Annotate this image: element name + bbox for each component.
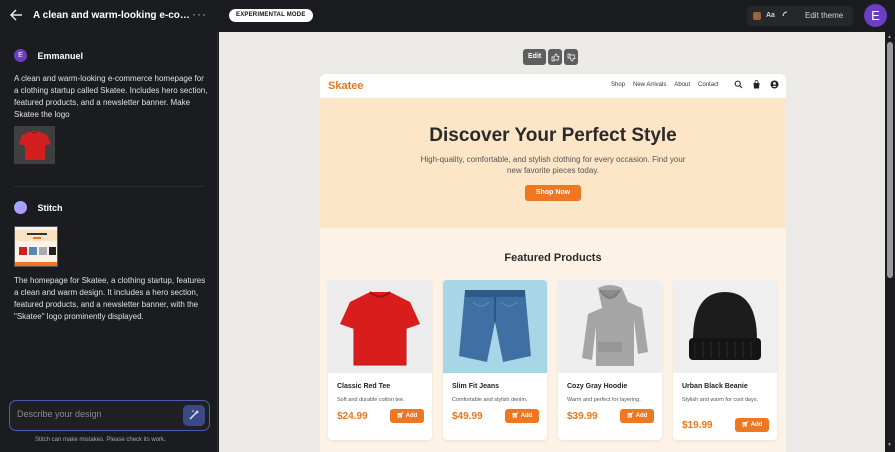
edit-button[interactable]: Edit: [523, 49, 547, 65]
product-price: $39.99: [567, 411, 598, 422]
product-description: Comfortable and stylish denim.: [452, 397, 528, 403]
hero-section: Discover Your Perfect Style High-quality…: [320, 98, 786, 228]
assistant-name: Stitch: [37, 202, 63, 213]
add-to-cart-button[interactable]: 🛒︎ Add: [505, 409, 539, 423]
more-options-button[interactable]: ···: [192, 7, 207, 21]
product-card[interactable]: Cozy Gray Hoodie Warm and perfect for la…: [558, 280, 662, 440]
back-arrow-icon[interactable]: [9, 8, 23, 22]
product-card[interactable]: Classic Red Tee Soft and durable cotton …: [328, 280, 432, 440]
top-bar: A clean and warm-looking e-co… ··· EXPER…: [0, 0, 895, 32]
preview-toolbar: Edit: [523, 49, 579, 65]
jeans-shorts-image: [459, 290, 531, 362]
site-navbar: Skatee Shop New Arrivals About Contact: [320, 74, 786, 98]
account-icon[interactable]: [770, 80, 779, 89]
add-to-cart-button[interactable]: 🛒︎ Add: [620, 409, 654, 423]
product-price: $24.99: [337, 411, 368, 422]
product-description: Warm and perfect for layering.: [567, 397, 641, 403]
nav-link-shop[interactable]: Shop: [611, 82, 625, 88]
scrollbar-thumb[interactable]: [887, 42, 893, 278]
experimental-mode-badge: EXPERIMENTAL MODE: [229, 9, 313, 22]
theme-color-swatch[interactable]: [753, 12, 761, 20]
featured-products-section: Featured Products Classic Red Tee Soft a…: [320, 228, 786, 452]
product-price: $49.99: [452, 411, 483, 422]
add-to-cart-button[interactable]: 🛒︎ Add: [390, 409, 424, 423]
prompt-input-container[interactable]: [9, 400, 210, 431]
project-title: A clean and warm-looking e-co…: [33, 10, 190, 21]
user-name: Emmanuel: [37, 50, 83, 61]
design-preview-thumbnail[interactable]: [14, 226, 58, 267]
red-shirt-image: [14, 126, 55, 164]
font-option[interactable]: Aa: [766, 12, 775, 19]
nav-link-contact[interactable]: Contact: [698, 82, 719, 88]
website-preview: Skatee Shop New Arrivals About Contact D…: [320, 74, 786, 452]
product-price: $19.99: [682, 420, 713, 431]
cart-icon: 🛒︎: [741, 422, 751, 428]
featured-products-title: Featured Products: [504, 252, 602, 264]
scroll-up-arrow-icon[interactable]: ▲: [887, 34, 892, 40]
cart-icon: 🛒︎: [511, 413, 521, 419]
add-label: Add: [750, 422, 763, 428]
add-label: Add: [520, 413, 533, 419]
cart-icon: 🛒︎: [396, 413, 406, 419]
attached-image-thumbnail[interactable]: [14, 126, 55, 164]
generate-button[interactable]: [183, 405, 205, 426]
black-beanie-image: [689, 292, 761, 360]
user-message-text: A clean and warm-looking e-commerce home…: [14, 74, 208, 119]
product-name: Cozy Gray Hoodie: [567, 383, 628, 390]
hero-title: Discover Your Perfect Style: [429, 125, 677, 146]
product-description: Stylish and warm for cool days.: [682, 397, 759, 403]
user-message-avatar: E: [14, 49, 27, 63]
red-tee-image: [340, 291, 420, 366]
add-to-cart-button[interactable]: 🛒︎ Add: [735, 418, 769, 432]
assistant-message-text: The homepage for Skatee, a clothing star…: [14, 276, 206, 321]
product-image: [328, 280, 432, 373]
product-card[interactable]: Urban Black Beanie Stylish and warm for …: [673, 280, 777, 440]
thumbs-down-button[interactable]: [564, 49, 579, 65]
stitch-logo-icon: [14, 201, 27, 215]
product-name: Classic Red Tee: [337, 383, 391, 390]
design-canvas[interactable]: Edit Skatee Shop New Arrivals About Cont…: [219, 32, 885, 452]
scroll-down-arrow-icon[interactable]: ▼: [887, 442, 892, 448]
product-card[interactable]: Slim Fit Jeans Comfortable and stylish d…: [443, 280, 547, 440]
user-avatar[interactable]: E: [864, 4, 887, 27]
thumbs-up-button[interactable]: [548, 49, 563, 65]
site-nav-links: Shop New Arrivals About Contact: [611, 82, 719, 88]
product-name: Slim Fit Jeans: [452, 383, 500, 390]
shopping-bag-icon[interactable]: [752, 80, 761, 89]
design-thumbnail-image: [15, 227, 57, 266]
thumbs-up-icon: [551, 53, 560, 61]
product-image: [443, 280, 547, 373]
site-logo[interactable]: Skatee: [328, 80, 363, 92]
thumbs-down-icon: [567, 53, 576, 61]
user-message: E Emmanuel A clean and warm-looking e-co…: [14, 47, 210, 164]
product-image: [558, 280, 662, 373]
loading-spinner-icon: [782, 11, 788, 17]
assistant-message: Stitch The homepage for Skatee, a clothi…: [14, 199, 210, 323]
chat-sidebar: E Emmanuel A clean and warm-looking e-co…: [0, 32, 218, 452]
add-label: Add: [635, 413, 648, 419]
gray-hoodie-image: [582, 285, 648, 366]
theme-controls[interactable]: Aa Edit theme: [747, 6, 853, 26]
disclaimer-text: Stitch can make mistakes. Please check i…: [35, 437, 166, 443]
shop-now-button[interactable]: Shop Now: [525, 185, 581, 201]
canvas-scrollbar[interactable]: ▲ ▼: [885, 32, 895, 452]
product-description: Soft and durable cotton tee.: [337, 397, 405, 403]
search-icon[interactable]: [734, 80, 743, 89]
site-nav-icons: [734, 80, 779, 89]
hero-subtitle: High-quality, comfortable, and stylish c…: [420, 155, 686, 175]
design-prompt-input[interactable]: [17, 409, 177, 419]
message-divider: [14, 186, 204, 187]
nav-link-about[interactable]: About: [674, 82, 690, 88]
edit-theme-button[interactable]: Edit theme: [805, 11, 843, 20]
nav-link-new-arrivals[interactable]: New Arrivals: [633, 82, 666, 88]
magic-wand-icon: [189, 410, 200, 420]
add-label: Add: [405, 413, 418, 419]
product-name: Urban Black Beanie: [682, 383, 748, 390]
product-image: [673, 280, 777, 373]
cart-icon: 🛒︎: [626, 413, 636, 419]
